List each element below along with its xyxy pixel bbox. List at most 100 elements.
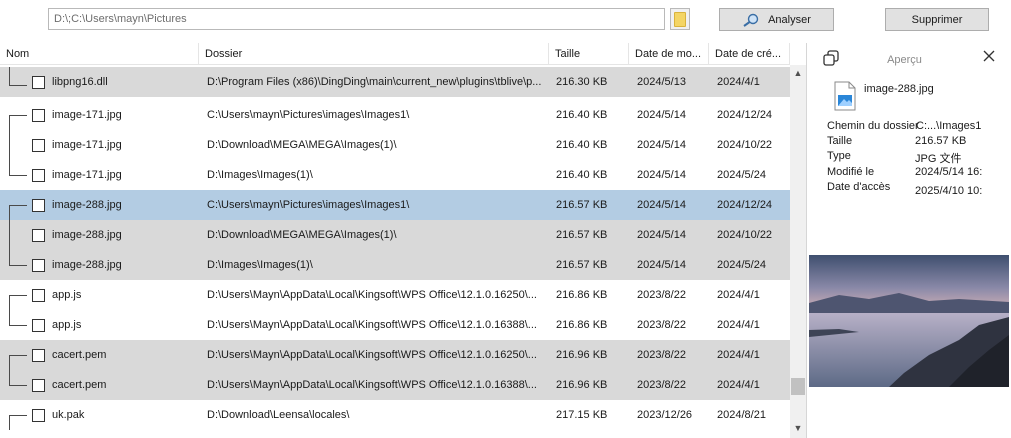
file-created: 2024/5/24	[717, 169, 766, 181]
file-size: 217.15 KB	[556, 409, 608, 421]
tree-line	[9, 415, 10, 430]
delete-button[interactable]: Supprimer	[885, 8, 989, 31]
table-row[interactable]: image-171.jpg D:\Images\Images(1)\ 216.4…	[0, 160, 790, 190]
tree-line	[9, 355, 10, 370]
folder-icon	[674, 11, 686, 27]
file-folder: D:\Users\Mayn\AppData\Local\Kingsoft\WPS…	[207, 349, 537, 361]
file-name: image-288.jpg	[52, 199, 122, 211]
file-name: cacert.pem	[52, 349, 107, 361]
file-folder: D:\Download\Leensa\locales\	[207, 409, 350, 421]
row-checkbox[interactable]	[32, 76, 45, 89]
tree-line	[9, 205, 10, 220]
tree-line	[9, 355, 27, 356]
tree-line	[9, 385, 27, 386]
file-created: 2024/10/22	[717, 229, 773, 241]
column-header-created[interactable]: Date de cré...	[709, 43, 790, 65]
browse-folder-button[interactable]	[670, 8, 690, 30]
file-name: uk.pak	[52, 409, 85, 421]
file-created: 2024/12/24	[717, 109, 773, 121]
file-created: 2024/4/1	[717, 319, 760, 331]
file-folder: D:\Images\Images(1)\	[207, 259, 313, 271]
row-checkbox[interactable]	[32, 259, 45, 272]
duplicate-file-list: Nom Dossier Taille Date de mo... Date de…	[0, 43, 790, 438]
tree-line	[9, 160, 10, 176]
table-row-selected[interactable]: image-288.jpg C:\Users\mayn\Pictures\ima…	[0, 190, 790, 220]
file-size: 216.86 KB	[556, 289, 608, 301]
row-checkbox[interactable]	[32, 139, 45, 152]
preview-panel: Aperçu image-288.jpg Chemin du dossier C…	[806, 43, 1011, 438]
value-size: 216.57 KB	[915, 135, 967, 147]
file-modified: 2024/5/14	[637, 109, 686, 121]
detach-window-icon[interactable]	[823, 50, 839, 66]
table-row[interactable]: cacert.pem D:\Users\Mayn\AppData\Local\K…	[0, 370, 790, 400]
close-icon[interactable]	[981, 48, 997, 64]
tree-line	[9, 130, 10, 160]
table-row[interactable]: image-288.jpg D:\Images\Images(1)\ 216.5…	[0, 250, 790, 280]
file-created: 2024/5/24	[717, 259, 766, 271]
file-created: 2024/10/22	[717, 139, 773, 151]
analyse-button[interactable]: Analyser	[719, 8, 834, 31]
tree-line	[9, 220, 10, 250]
tree-line	[9, 295, 27, 296]
row-checkbox[interactable]	[32, 199, 45, 212]
list-header: Nom Dossier Taille Date de mo... Date de…	[0, 43, 790, 65]
label-folder-path: Chemin du dossier	[827, 120, 919, 132]
file-size: 216.40 KB	[556, 109, 608, 121]
table-row[interactable]: cacert.pem D:\Users\Mayn\AppData\Local\K…	[0, 340, 790, 370]
file-folder: D:\Users\Mayn\AppData\Local\Kingsoft\WPS…	[207, 379, 537, 391]
file-folder: D:\Download\MEGA\MEGA\Images(1)\	[207, 229, 397, 241]
file-modified: 2024/5/14	[637, 139, 686, 151]
tree-line	[9, 310, 10, 326]
table-row[interactable]: image-171.jpg D:\Download\MEGA\MEGA\Imag…	[0, 130, 790, 160]
table-row[interactable]: image-171.jpg C:\Users\mayn\Pictures\ima…	[0, 100, 790, 130]
table-row[interactable]: image-288.jpg D:\Download\MEGA\MEGA\Imag…	[0, 220, 790, 250]
table-row[interactable]: app.js D:\Users\Mayn\AppData\Local\Kings…	[0, 310, 790, 340]
file-name: app.js	[52, 319, 82, 331]
file-folder: D:\Users\Mayn\AppData\Local\Kingsoft\WPS…	[207, 289, 537, 301]
search-icon	[743, 13, 759, 27]
scroll-down-arrow-icon[interactable]: ▼	[790, 420, 806, 436]
file-name: image-171.jpg	[52, 139, 122, 151]
file-name: libpng16.dll	[52, 76, 108, 88]
file-folder: C:\Users\mayn\Pictures\images\Images1\	[207, 199, 410, 211]
row-checkbox[interactable]	[32, 229, 45, 242]
file-size: 216.57 KB	[556, 229, 608, 241]
file-modified: 2024/5/14	[637, 259, 686, 271]
value-type: JPG 文件	[915, 153, 962, 165]
label-size: Taille	[827, 135, 853, 147]
tree-line	[9, 325, 27, 326]
row-checkbox[interactable]	[32, 319, 45, 332]
column-header-modified[interactable]: Date de mo...	[629, 43, 709, 65]
column-header-folder[interactable]: Dossier	[199, 43, 549, 65]
scroll-up-arrow-icon[interactable]: ▲	[790, 65, 806, 81]
row-checkbox[interactable]	[32, 109, 45, 122]
file-modified: 2024/5/13	[637, 76, 686, 88]
table-row[interactable]: uk.pak D:\Download\Leensa\locales\ 217.1…	[0, 400, 790, 430]
file-created: 2024/4/1	[717, 76, 760, 88]
row-checkbox[interactable]	[32, 379, 45, 392]
file-size: 216.40 KB	[556, 169, 608, 181]
tree-line	[9, 115, 10, 130]
value-accessed: 2025/4/10 10:	[915, 185, 983, 197]
path-input[interactable]	[48, 8, 665, 30]
row-checkbox[interactable]	[32, 289, 45, 302]
column-header-name[interactable]: Nom	[0, 43, 199, 65]
file-modified: 2023/8/22	[637, 349, 686, 361]
row-checkbox[interactable]	[32, 169, 45, 182]
row-checkbox[interactable]	[32, 349, 45, 362]
scrollbar-thumb[interactable]	[791, 378, 805, 395]
file-modified: 2023/8/22	[637, 379, 686, 391]
row-checkbox[interactable]	[32, 409, 45, 422]
file-modified: 2023/8/22	[637, 289, 686, 301]
analyse-button-label: Analyser	[768, 13, 811, 26]
column-header-size[interactable]: Taille	[549, 43, 629, 65]
list-scrollbar[interactable]: ▲ ▼	[790, 65, 806, 438]
preview-image	[809, 255, 1009, 387]
file-folder: D:\Download\MEGA\MEGA\Images(1)\	[207, 139, 397, 151]
image-file-icon	[834, 81, 856, 111]
table-row[interactable]: app.js D:\Users\Mayn\AppData\Local\Kings…	[0, 280, 790, 310]
file-size: 216.96 KB	[556, 349, 608, 361]
table-row[interactable]: libpng16.dll D:\Program Files (x86)\Ding…	[0, 67, 790, 97]
file-folder: C:\Users\mayn\Pictures\images\Images1\	[207, 109, 410, 121]
file-size: 216.57 KB	[556, 259, 608, 271]
